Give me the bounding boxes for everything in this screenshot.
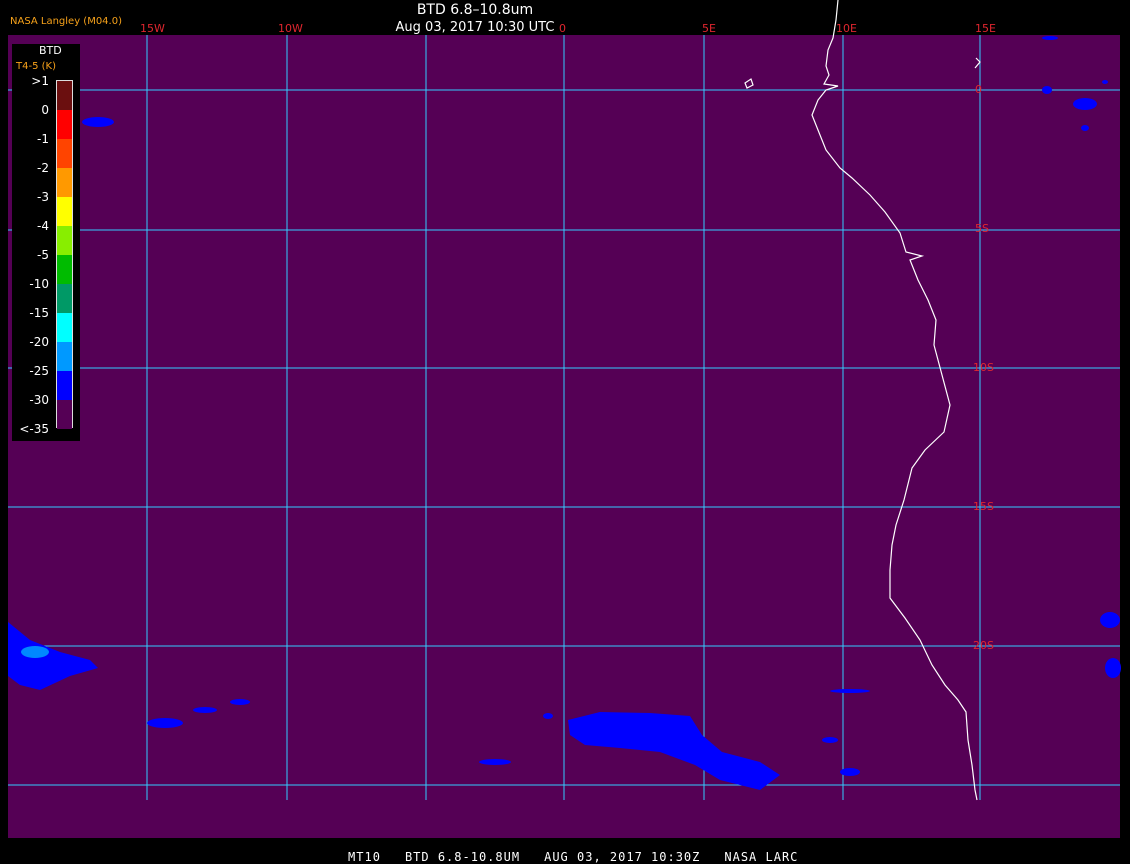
legend-tick-label: -15 — [29, 306, 49, 320]
lat-label-0: 0 — [975, 83, 982, 96]
lon-label-0: 0 — [559, 22, 566, 35]
footer-satellite: MT10 — [348, 850, 381, 864]
legend-tick-label: -30 — [29, 393, 49, 407]
legend-tick-label: <-35 — [19, 422, 49, 436]
legend-swatch — [57, 371, 72, 400]
legend-tick-label: -2 — [37, 161, 49, 175]
lon-label-10w: 10W — [278, 22, 303, 35]
legend-title: BTD — [39, 44, 62, 57]
color-legend: BTD T4-5 (K) >1 0 -1 -2 -3 -4 -5 -10 -15 -20 -25 -3… — [12, 44, 80, 441]
lon-label-15e: 15E — [975, 22, 996, 35]
legend-swatch — [57, 284, 72, 313]
legend-tick-label: 0 — [41, 103, 49, 117]
lat-label-5s: 5S — [975, 222, 989, 235]
legend-swatch — [57, 81, 72, 110]
legend-tick-label: >1 — [31, 74, 49, 88]
legend-swatch — [57, 226, 72, 255]
legend-swatch — [57, 110, 72, 139]
legend-swatch — [57, 313, 72, 342]
footer-product: BTD 6.8-10.8UM — [404, 850, 521, 864]
legend-swatch — [57, 400, 72, 429]
lat-label-15s: 15S — [973, 500, 994, 513]
status-footer: MT10 BTD 6.8-10.8UM AUG 03, 2017 10:30Z NAS… — [0, 836, 1130, 864]
lat-label-20s: 20S — [973, 639, 994, 652]
footer-source: NASA LARC — [724, 850, 799, 864]
legend-tick-label: -4 — [37, 219, 49, 233]
lon-label-15w: 15W — [140, 22, 165, 35]
legend-tick-label: -10 — [29, 277, 49, 291]
satellite-map — [8, 0, 1121, 838]
legend-tick-label: -25 — [29, 364, 49, 378]
legend-unit: T4-5 (K) — [16, 61, 56, 72]
lat-label-10s: 10S — [973, 361, 994, 374]
legend-tick-label: -3 — [37, 190, 49, 204]
legend-swatch — [57, 342, 72, 371]
legend-tick-label: -1 — [37, 132, 49, 146]
legend-colorbar — [56, 80, 73, 429]
legend-swatch — [57, 168, 72, 197]
legend-swatch — [57, 255, 72, 284]
legend-tick-label: -5 — [37, 248, 49, 262]
legend-swatch — [57, 197, 72, 226]
lon-label-5e: 5E — [702, 22, 716, 35]
legend-swatch — [57, 139, 72, 168]
product-title: BTD 6.8–10.8um — [416, 2, 534, 18]
lon-label-10e: 10E — [836, 22, 857, 35]
legend-tick-label: -20 — [29, 335, 49, 349]
footer-time: AUG 03, 2017 10:30Z — [544, 850, 701, 864]
